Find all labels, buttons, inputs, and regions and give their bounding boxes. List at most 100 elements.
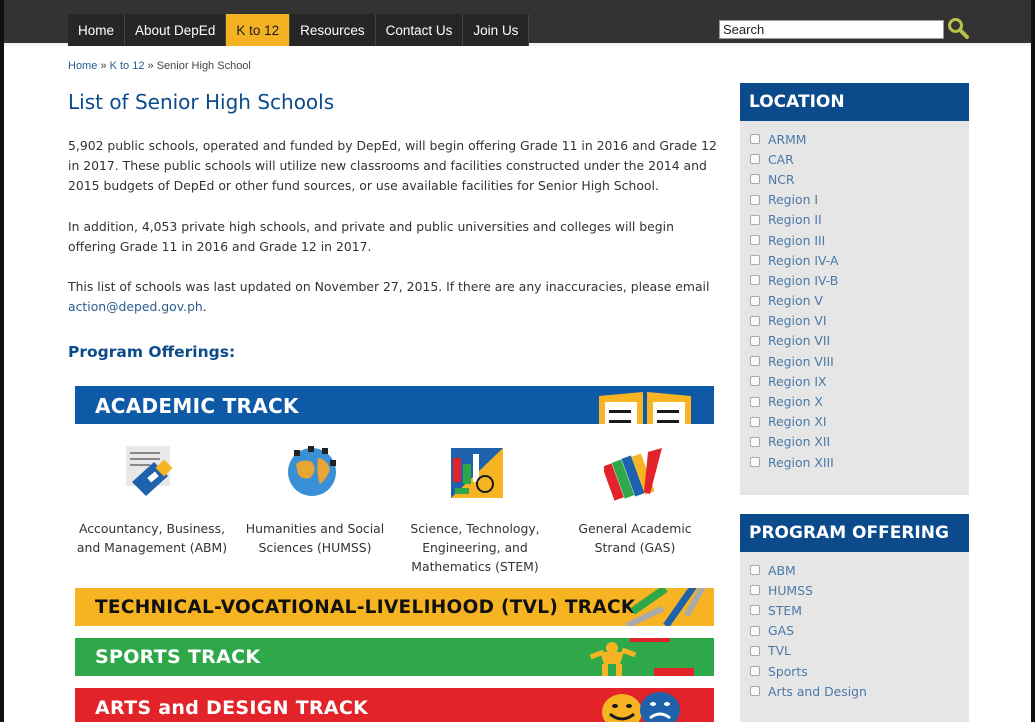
location-option-region-x[interactable]: Region X [750,391,959,411]
checkbox[interactable] [750,194,760,205]
option-label: Region XIII [768,454,834,470]
program-option-abm[interactable]: ABM [750,560,959,580]
checkbox[interactable] [750,214,760,225]
option-label: NCR [768,171,795,187]
checkbox[interactable] [750,235,760,246]
breadcrumb-separator: » [147,60,154,72]
window-edge-right [1031,0,1035,722]
page: Home About DepEd K to 12 Resources Conta… [0,0,1035,722]
private-schools-paragraph: In addition, 4,053 private high schools,… [68,219,674,254]
intro-paragraph: 5,902 public schools, operated and funde… [68,138,717,193]
academic-track-banner: ACADEMIC TRACK [75,386,714,424]
contact-email-link[interactable]: action@deped.gov.ph [68,299,203,314]
location-option-region-i[interactable]: Region I [750,190,959,210]
option-label: GAS [768,623,794,639]
checkbox[interactable] [750,666,760,677]
nav-k-to-12[interactable]: K to 12 [226,14,291,46]
option-label: Sports [768,663,808,679]
location-option-region-v[interactable]: Region V [750,291,959,311]
location-option-region-vii[interactable]: Region VII [750,331,959,351]
breadcrumb-home-link[interactable]: Home [68,60,97,72]
search-input[interactable] [719,20,944,39]
program-option-gas[interactable]: GAS [750,621,959,641]
nav-resources[interactable]: Resources [290,14,376,46]
checkbox[interactable] [750,335,760,346]
program-offerings-heading: Program Offerings: [68,343,236,361]
checkbox[interactable] [750,686,760,697]
last-updated-paragraph: This list of schools was last updated on… [68,277,718,317]
search-button[interactable] [946,16,970,40]
checkbox[interactable] [750,376,760,387]
checkbox[interactable] [750,565,760,576]
checkbox[interactable] [750,645,760,656]
academic-track-label: ACADEMIC TRACK [95,394,299,418]
location-option-region-ix[interactable]: Region IX [750,371,959,391]
strand-humss-label: Humanities and Social Sciences (HUMSS) [245,521,385,555]
option-label: Region IV-A [768,252,839,268]
checkbox[interactable] [750,275,760,286]
checkbox[interactable] [750,457,760,468]
tvl-track-banner: TECHNICAL-VOCATIONAL-LIVELIHOOD (TVL) TR… [75,588,714,626]
location-option-region-iii[interactable]: Region III [750,230,959,250]
checkbox[interactable] [750,134,760,145]
program-option-arts-and-design[interactable]: Arts and Design [750,681,959,701]
option-label: CAR [768,151,794,167]
tvl-track-label: TECHNICAL-VOCATIONAL-LIVELIHOOD (TVL) TR… [95,597,636,618]
nav-home[interactable]: Home [68,14,126,46]
checkbox[interactable] [750,585,760,596]
search-icon [948,18,969,39]
checkbox[interactable] [750,255,760,266]
last-updated-text: This list of schools was last updated on… [68,279,710,294]
option-label: STEM [768,602,802,618]
program-option-tvl[interactable]: TVL [750,641,959,661]
globe-icon [288,446,336,496]
checkbox[interactable] [750,436,760,447]
checkbox[interactable] [750,154,760,165]
location-option-armm[interactable]: ARMM [750,129,959,149]
checkbox[interactable] [750,356,760,367]
option-label: Region IX [768,373,827,389]
checkbox[interactable] [750,605,760,616]
location-option-region-viii[interactable]: Region VIII [750,351,959,371]
sports-track-label: SPORTS TRACK [95,646,261,668]
nav-about-deped[interactable]: About DepEd [125,14,227,46]
option-label: Arts and Design [768,683,867,699]
location-options: ARMM CAR NCR Region I Region II Region I… [740,121,969,480]
option-label: Region X [768,394,823,410]
nav-contact-us[interactable]: Contact Us [375,14,464,46]
top-navbar: Home About DepEd K to 12 Resources Conta… [0,0,1035,46]
checkbox[interactable] [750,174,760,185]
program-filter-panel: PROGRAM OFFERING ABM HUMSS STEM GAS TVL … [740,514,969,722]
option-label: Region V [768,293,823,309]
page-title: List of Senior High Schools [68,90,335,114]
checkbox[interactable] [750,295,760,306]
program-option-sports[interactable]: Sports [750,661,959,681]
location-option-region-xii[interactable]: Region XII [750,432,959,452]
checkbox[interactable] [750,315,760,326]
program-option-stem[interactable]: STEM [750,600,959,620]
nav-join-us[interactable]: Join Us [463,14,530,46]
location-option-region-xiii[interactable]: Region XIII [750,452,959,472]
location-option-region-xi[interactable]: Region XI [750,412,959,432]
location-option-region-ii[interactable]: Region II [750,210,959,230]
period-text: . [202,299,207,314]
breadcrumb: Home » K to 12 » Senior High School [68,60,251,72]
strand-gas-label: General Academic Strand (GAS) [578,521,692,555]
location-option-region-iv-b[interactable]: Region IV-B [750,270,959,290]
option-label: Region II [768,212,822,228]
breadcrumb-k12-link[interactable]: K to 12 [110,60,145,72]
checkbox[interactable] [750,416,760,427]
arts-track-banner: ARTS and DESIGN TRACK [75,688,714,722]
breadcrumb-separator: » [100,60,107,72]
checkbox[interactable] [750,396,760,407]
checkbox[interactable] [750,625,760,636]
location-option-region-iv-a[interactable]: Region IV-A [750,250,959,270]
location-option-region-vi[interactable]: Region VI [750,311,959,331]
open-book-icon [599,392,691,424]
location-option-car[interactable]: CAR [750,149,959,169]
program-option-humss[interactable]: HUMSS [750,580,959,600]
location-option-ncr[interactable]: NCR [750,169,959,189]
window-edge-left [0,0,4,722]
arts-track-label: ARTS and DESIGN TRACK [95,697,369,719]
option-label: Region III [768,232,826,248]
